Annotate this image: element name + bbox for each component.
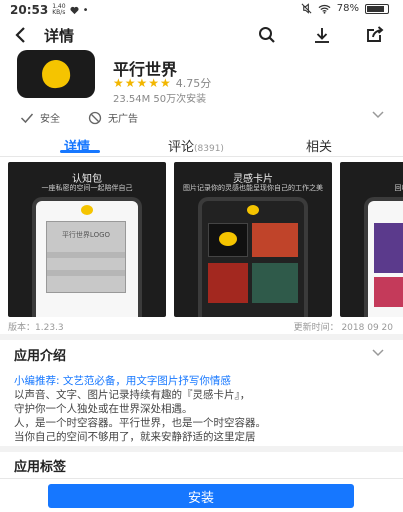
battery-percent: 78% xyxy=(336,3,359,14)
screenshot-2[interactable]: 灵感卡片 图片记录你的灵感也能呈现你自己的工作之美 xyxy=(174,162,332,317)
status-time: 20:53 xyxy=(10,3,49,17)
badge-no-ads-label: 无广告 xyxy=(108,114,138,125)
editor-recommendation: 小编推荐: 文艺范必备，用文字图片抒写你情感 xyxy=(14,375,231,387)
section-separator xyxy=(0,446,403,452)
version-row: 版本：1.23.3 更新时间： 2018 09 20 xyxy=(8,320,403,333)
no-ads-icon xyxy=(88,111,102,124)
tags-title: 应用标签 xyxy=(14,460,67,475)
desc-line: 守护你一个人独处或在世界深处相遇。 xyxy=(14,403,193,415)
intro-description: 小编推荐: 文艺范必备，用文字图片抒写你情感 以声音、文字、图片记录持续有趣的『… xyxy=(14,374,392,444)
screenshot-carousel[interactable]: 认知包 一座私密的空间一起陪伴自己 平行世界LOGO 灵感卡片 图片记录你的灵感… xyxy=(0,162,403,317)
divider xyxy=(0,156,403,157)
download-icon[interactable] xyxy=(312,25,332,45)
card-purple xyxy=(374,223,403,273)
section-separator xyxy=(0,334,403,340)
badge-safe-label: 安全 xyxy=(40,114,60,125)
rating-score: 4.75分 xyxy=(175,77,212,90)
rating: ★★★★★ 4.75分 xyxy=(113,75,211,91)
card-green xyxy=(252,263,298,303)
tab-comments[interactable]: 评论(8391) xyxy=(168,136,224,155)
tab-related[interactable]: 相关 xyxy=(306,136,332,155)
screenshot-3[interactable]: 书写 回收卡片给自己 xyxy=(340,162,403,317)
badge-no-ads: 无广告 xyxy=(88,110,138,125)
desc-line: 人，是一个时空容器。平行世界，也是一个时空容器。 xyxy=(14,417,266,429)
screenshot-1[interactable]: 认知包 一座私密的空间一起陪伴自己 平行世界LOGO xyxy=(8,162,166,317)
battery-icon xyxy=(365,3,389,14)
security-badges[interactable]: 安全 无广告 xyxy=(0,110,403,128)
status-bar: 20:53 1.40 KB/s • 78% xyxy=(0,0,403,20)
wifi-icon xyxy=(318,4,331,14)
phone-mockup: 平行世界LOGO xyxy=(32,197,142,317)
search-icon[interactable] xyxy=(257,25,277,45)
app-header: 平行世界 ★★★★★ 4.75分 23.54M 50万次安装 xyxy=(0,50,403,106)
divider xyxy=(0,478,403,479)
page-title: 详情 xyxy=(44,27,75,45)
phone-mockup xyxy=(198,197,308,317)
intro-title: 应用介绍 xyxy=(14,349,67,364)
app-icon xyxy=(17,50,95,98)
share-icon[interactable] xyxy=(365,25,385,45)
badge-safe: 安全 xyxy=(20,110,60,125)
card-black xyxy=(208,223,248,257)
active-tab-indicator xyxy=(60,150,100,153)
card-darkred xyxy=(208,263,248,303)
version-label: 版本：1.23.3 xyxy=(8,323,64,333)
card-red xyxy=(252,223,298,257)
chevron-down-icon[interactable] xyxy=(371,348,385,358)
screenshot-subcaption: 回收卡片给自己 xyxy=(394,184,403,192)
rating-stars-icon: ★★★★★ xyxy=(113,76,172,90)
update-time: 更新时间： 2018 09 20 xyxy=(293,323,393,333)
network-speed: 1.40 KB/s xyxy=(52,3,66,16)
shield-icon xyxy=(20,113,34,123)
app-meta: 23.54M 50万次安装 xyxy=(113,94,207,105)
dots-icon: • xyxy=(82,4,89,16)
install-label: 安装 xyxy=(187,490,214,506)
egg-logo-icon xyxy=(40,58,72,90)
back-arrow-icon[interactable] xyxy=(12,25,32,45)
chevron-down-icon[interactable] xyxy=(371,110,385,120)
grey-card: 平行世界LOGO xyxy=(46,221,126,293)
app-bar: 详情 xyxy=(0,20,403,50)
detail-tabs: 详情 评论(8391) 相关 xyxy=(0,132,403,155)
mute-icon xyxy=(301,3,312,14)
phone-mockup xyxy=(364,197,403,317)
install-button[interactable]: 安装 xyxy=(48,484,354,508)
egg-logo-icon xyxy=(247,205,259,215)
desc-line: 以声音、文字、图片记录持续有趣的『灵感卡片』， xyxy=(14,389,251,401)
card-pink xyxy=(374,277,403,307)
screenshot-subcaption: 一座私密的空间一起陪伴自己 xyxy=(41,184,133,192)
heart-icon xyxy=(70,6,79,14)
egg-logo-icon xyxy=(81,205,93,215)
screenshot-subcaption: 图片记录你的灵感也能呈现你自己的工作之美 xyxy=(183,184,323,192)
desc-line: 当你自己的空间不够用了，就来安静舒适的这里定居 xyxy=(14,431,256,443)
